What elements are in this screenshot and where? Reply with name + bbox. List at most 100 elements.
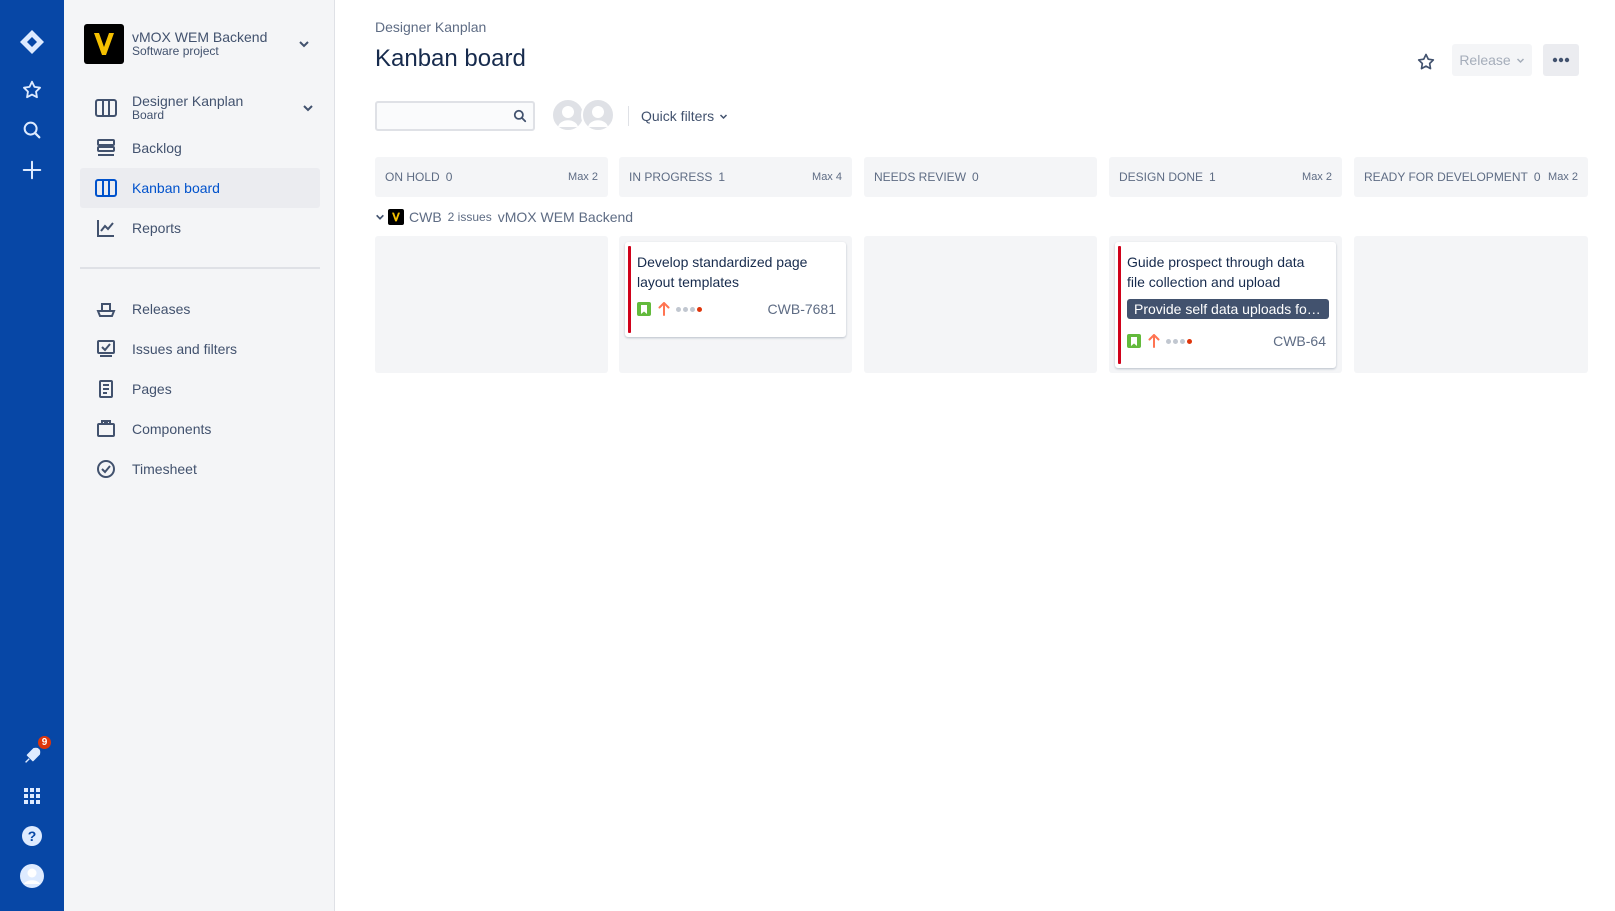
release-label: Release	[1459, 52, 1511, 68]
notification-badge: 9	[36, 734, 53, 751]
card-title: Develop standardized page layout templat…	[637, 254, 808, 290]
priority-high-icon	[1148, 334, 1160, 348]
column-max: Max 4	[812, 171, 842, 183]
column-name: READY FOR DEVELOPMENT	[1364, 170, 1528, 184]
column-header-in-progress: IN PROGRESS 1 Max 4	[619, 157, 852, 197]
quick-filters-label: Quick filters	[641, 108, 715, 124]
column-count: 1	[1209, 170, 1216, 184]
sidebar-item-label: Reports	[132, 220, 182, 236]
board-icon	[94, 176, 118, 200]
search-icon	[513, 109, 527, 123]
sidebar-item-releases[interactable]: Releases	[80, 289, 320, 329]
quick-filters-dropdown[interactable]: Quick filters	[641, 106, 728, 126]
board-switcher[interactable]: Designer Kanplan Board	[80, 88, 320, 128]
ship-icon	[94, 297, 118, 321]
estimate-dots	[1166, 338, 1192, 344]
sidebar-item-label: Components	[132, 421, 212, 437]
chevron-down-icon	[720, 113, 728, 119]
sidebar-item-label: Releases	[132, 301, 191, 317]
star-icon[interactable]	[12, 70, 52, 110]
chevron-down-icon	[299, 41, 309, 48]
release-button[interactable]: Release	[1452, 44, 1532, 76]
page-icon	[94, 377, 118, 401]
avatar[interactable]	[581, 98, 615, 132]
issue-card[interactable]: Guide prospect through data file collect…	[1115, 242, 1336, 368]
board-type: Board	[132, 108, 165, 123]
swimlane-key: CWB	[409, 209, 442, 225]
backlog-icon	[94, 136, 118, 160]
column-count: 0	[1533, 170, 1541, 184]
user-avatar-icon[interactable]	[12, 856, 52, 896]
column-name: IN PROGRESS	[629, 170, 713, 184]
svg-text:?: ?	[28, 828, 37, 844]
chevron-down-icon	[376, 214, 384, 220]
column-header-needs-review: NEEDS REVIEW 0	[864, 157, 1097, 197]
priority-high-icon	[658, 302, 670, 316]
sidebar-item-backlog[interactable]: Backlog	[80, 128, 320, 168]
column-body-in-progress[interactable]: Develop standardized page layout templat…	[619, 236, 852, 373]
story-icon	[637, 302, 651, 316]
sidebar-item-label: Timesheet	[132, 461, 197, 477]
app-switcher-icon[interactable]	[12, 776, 52, 816]
assignee-filter	[551, 98, 617, 134]
column-count: 0	[972, 170, 979, 184]
card-key[interactable]: CWB-7681	[768, 301, 836, 317]
breadcrumb[interactable]: Designer Kanplan	[375, 19, 486, 35]
jira-logo-icon[interactable]	[12, 22, 52, 62]
search-icon[interactable]	[12, 110, 52, 150]
column-body-design-done[interactable]: Guide prospect through data file collect…	[1109, 236, 1342, 373]
check-circle-icon	[94, 457, 118, 481]
story-icon	[1127, 334, 1141, 348]
chevron-down-icon	[1516, 57, 1524, 63]
rocket-icon[interactable]: 9	[12, 734, 53, 776]
chevron-down-icon	[303, 105, 313, 112]
sidebar-item-pages[interactable]: Pages	[80, 369, 320, 409]
column-count: 0	[445, 170, 453, 184]
avatar[interactable]	[551, 98, 585, 132]
star-board-button[interactable]	[1410, 46, 1442, 78]
column-max: Max 2	[568, 171, 598, 183]
column-count: 1	[718, 170, 726, 184]
chart-line-icon	[94, 216, 118, 240]
project-name: vMOX WEM Backend	[132, 28, 268, 45]
swimlane-issue-count: 2 issues	[447, 210, 492, 224]
card-title: Guide prospect through data file collect…	[1127, 254, 1305, 290]
help-icon[interactable]: ?	[12, 816, 52, 856]
sidebar-item-timesheet[interactable]: Timesheet	[80, 449, 320, 489]
sidebar-item-components[interactable]: Components	[80, 409, 320, 449]
project-avatar	[388, 209, 404, 225]
column-max: Max 2	[1302, 171, 1332, 183]
column-body-ready-for-development[interactable]	[1354, 236, 1588, 373]
swimlane-header[interactable]: CWB 2 issues vMOX WEM Backend	[375, 207, 633, 227]
sidebar-item-label: Issues and filters	[132, 341, 238, 357]
component-icon	[94, 417, 118, 441]
plus-icon[interactable]	[12, 150, 52, 190]
sidebar-item-reports[interactable]: Reports	[80, 208, 320, 248]
page-title: Kanban board	[375, 45, 526, 72]
project-sidebar: vMOX WEM Backend Software project Design…	[64, 0, 335, 911]
column-name: NEEDS REVIEW	[874, 170, 967, 184]
sidebar-item-issues-and-filters[interactable]: Issues and filters	[80, 329, 320, 369]
issues-icon	[94, 337, 118, 361]
board-icon	[94, 96, 118, 120]
more-actions-button[interactable]	[1543, 44, 1579, 76]
global-navigation: 9 ?	[0, 0, 64, 911]
column-name: ON HOLD	[385, 170, 440, 184]
column-body-needs-review[interactable]	[864, 236, 1097, 373]
issue-card[interactable]: Develop standardized page layout templat…	[625, 242, 846, 337]
card-key[interactable]: CWB-64	[1273, 333, 1326, 349]
search-input[interactable]	[375, 101, 535, 131]
star-icon	[1417, 53, 1435, 70]
sidebar-item-label: Kanban board	[132, 180, 220, 196]
column-max: Max 2	[1548, 171, 1578, 183]
board-name: Designer Kanplan	[132, 92, 244, 109]
column-header-ready-for-development: READY FOR DEVELOPMENT 0 Max 2	[1354, 157, 1588, 197]
column-name: DESIGN DONE	[1119, 170, 1204, 184]
project-header[interactable]: vMOX WEM Backend Software project	[84, 24, 316, 64]
sidebar-item-kanban-board[interactable]: Kanban board	[80, 168, 320, 208]
column-body-on-hold[interactable]	[375, 236, 608, 373]
column-header-design-done: DESIGN DONE 1 Max 2	[1109, 157, 1342, 197]
divider	[628, 106, 629, 126]
epic-label[interactable]: Provide self data uploads for...	[1127, 299, 1329, 319]
project-avatar	[84, 24, 124, 64]
